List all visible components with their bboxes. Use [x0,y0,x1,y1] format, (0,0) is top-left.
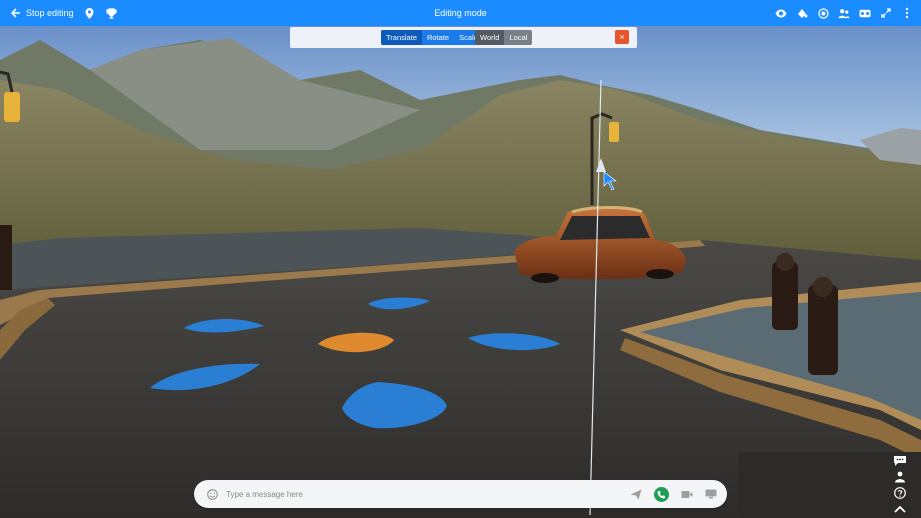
people-icon[interactable] [838,7,850,19]
paint-drop-icon[interactable] [796,7,808,19]
location-pin-icon[interactable] [84,7,96,19]
message-input[interactable] [226,489,626,499]
help-icon[interactable] [892,486,908,499]
target-icon[interactable] [817,7,829,19]
chat-icon[interactable] [892,454,908,467]
top-bar: Stop editing Editing mode [0,0,921,26]
transform-toolbar: Translate Rotate Scale World Local × [290,27,637,48]
rotate-button[interactable]: Rotate [422,30,454,45]
eye-icon[interactable] [775,7,787,19]
local-space-button[interactable]: Local [504,30,532,45]
vr-headset-icon[interactable] [859,7,871,19]
message-bar [194,480,727,508]
screen-share-icon[interactable] [705,488,717,500]
close-toolbar-button[interactable]: × [615,30,629,44]
coordinate-space-group: World Local [475,30,533,45]
arrow-left-icon [10,7,22,19]
expand-icon[interactable] [880,7,892,19]
video-icon[interactable] [681,488,693,500]
stop-editing-button[interactable]: Stop editing [10,7,74,19]
phone-icon[interactable] [654,486,669,502]
3d-viewport[interactable] [0,0,921,518]
emoji-icon[interactable] [206,488,218,500]
close-icon: × [619,32,625,42]
chevron-up-icon[interactable] [892,502,908,515]
stop-editing-label: Stop editing [26,8,74,18]
send-icon[interactable] [630,488,642,500]
trophy-icon[interactable] [106,7,118,19]
more-icon[interactable] [901,7,913,19]
side-panel-icons [892,454,908,515]
translate-button[interactable]: Translate [381,30,422,45]
world-space-button[interactable]: World [475,30,505,45]
transform-mode-group: Translate Rotate Scale [381,30,483,45]
scene-graphics [0,0,921,518]
users-icon[interactable] [892,470,908,483]
